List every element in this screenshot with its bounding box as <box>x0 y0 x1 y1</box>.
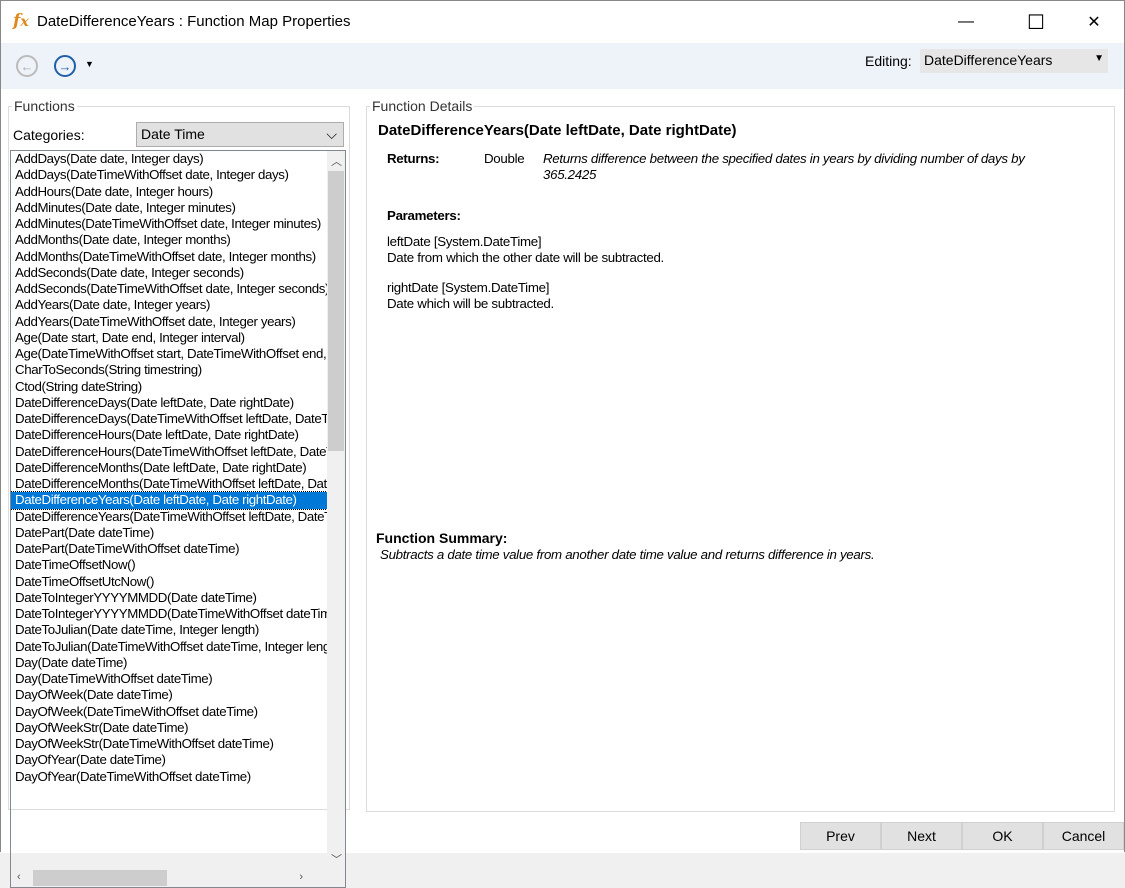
function-list-item[interactable]: DateToIntegerYYYYMMDD(Date dateTime) <box>11 590 327 606</box>
function-details-group: Function Details DateDifferenceYears(Dat… <box>366 98 1115 812</box>
function-list-item[interactable]: DateDifferenceYears(DateTimeWithOffset l… <box>11 509 327 525</box>
parameter-name: rightDate [System.DateTime] <box>387 280 550 295</box>
function-list-item[interactable]: AddMonths(Date date, Integer months) <box>11 232 327 248</box>
prev-button[interactable]: Prev <box>800 822 881 850</box>
horizontal-scrollbar[interactable]: ‹ › <box>11 869 327 887</box>
function-list-item[interactable]: Day(Date dateTime) <box>11 655 327 671</box>
function-list-item[interactable]: DateTimeOffsetNow() <box>11 557 327 573</box>
functions-group-label: Functions <box>12 98 77 114</box>
parameter-left-date: leftDate [System.DateTime] Date from whi… <box>387 234 664 266</box>
function-list-item[interactable]: DateDifferenceYears(Date leftDate, Date … <box>11 491 327 510</box>
chevron-down-icon: ⌵ <box>326 126 337 142</box>
function-list-item[interactable]: DayOfWeekStr(DateTimeWithOffset dateTime… <box>11 736 327 752</box>
function-list-item[interactable]: Day(DateTimeWithOffset dateTime) <box>11 671 327 687</box>
toolbar: ← → ▼ Editing: DateDifferenceYears ▼ <box>1 43 1124 89</box>
returns-description: Returns difference between the specified… <box>543 151 1025 182</box>
categories-select[interactable]: Date Time ⌵ <box>136 122 344 147</box>
minimize-button[interactable]: — <box>943 1 989 43</box>
scroll-down-icon[interactable]: ﹀ <box>331 851 342 867</box>
function-list-item[interactable]: DateToJulian(Date dateTime, Integer leng… <box>11 622 327 638</box>
ok-button[interactable]: OK <box>962 822 1043 850</box>
functions-list[interactable]: AddDays(Date date, Integer days) AddDays(… <box>10 150 346 888</box>
function-list-item[interactable]: DayOfWeekStr(Date dateTime) <box>11 720 327 736</box>
next-button[interactable]: Next <box>881 822 962 850</box>
vertical-scroll-thumb[interactable] <box>328 171 344 451</box>
function-list-item[interactable]: CharToSeconds(String timestring) <box>11 362 327 378</box>
fx-icon: fx <box>13 11 29 31</box>
function-list-item[interactable]: AddSeconds(Date date, Integer seconds) <box>11 265 327 281</box>
function-list-item[interactable]: AddMonths(DateTimeWithOffset date, Integ… <box>11 249 327 265</box>
scroll-up-icon[interactable]: ︿ <box>331 153 342 169</box>
function-list-item[interactable]: DateDifferenceDays(DateTimeWithOffset le… <box>11 411 327 427</box>
function-list-item[interactable]: DateToJulian(DateTimeWithOffset dateTime… <box>11 639 327 655</box>
function-list-item[interactable]: Age(DateTimeWithOffset start, DateTimeWi… <box>11 346 327 362</box>
function-list-item[interactable]: DateToIntegerYYYYMMDD(DateTimeWithOffset… <box>11 606 327 622</box>
function-list-item[interactable]: DateDifferenceHours(DateTimeWithOffset l… <box>11 444 327 460</box>
cancel-button[interactable]: Cancel <box>1043 822 1124 850</box>
returns-type: Double <box>484 151 525 166</box>
parameter-right-date: rightDate [System.DateTime] Date which w… <box>387 280 554 312</box>
function-list-item[interactable]: AddDays(DateTimeWithOffset date, Integer… <box>11 167 327 183</box>
function-list-item[interactable]: AddMinutes(DateTimeWithOffset date, Inte… <box>11 216 327 232</box>
function-list-item[interactable]: AddYears(Date date, Integer years) <box>11 297 327 313</box>
function-list-item[interactable]: DayOfWeek(Date dateTime) <box>11 687 327 703</box>
horizontal-scroll-thumb[interactable] <box>33 870 167 886</box>
parameter-name: leftDate [System.DateTime] <box>387 234 542 249</box>
function-list-item[interactable]: DateDifferenceMonths(Date leftDate, Date… <box>11 460 327 476</box>
forward-arrow-icon[interactable]: → <box>54 55 76 77</box>
parameter-description: Date which will be subtracted. <box>387 296 554 311</box>
function-list-item[interactable]: AddDays(Date date, Integer days) <box>11 151 327 167</box>
function-list-item[interactable]: AddHours(Date date, Integer hours) <box>11 184 327 200</box>
editing-select[interactable]: DateDifferenceYears ▼ <box>920 49 1108 73</box>
returns-label: Returns: <box>387 151 440 166</box>
dialog-window: fx DateDifferenceYears : Function Map Pr… <box>0 0 1125 888</box>
parameter-description: Date from which the other date will be s… <box>387 250 664 265</box>
scroll-left-icon[interactable]: ‹ <box>17 871 21 883</box>
function-list-item[interactable]: DatePart(Date dateTime) <box>11 525 327 541</box>
function-summary: Subtracts a date time value from another… <box>380 547 875 562</box>
editing-value: DateDifferenceYears <box>924 52 1053 68</box>
function-list-item[interactable]: DateDifferenceHours(Date leftDate, Date … <box>11 427 327 443</box>
category-value: Date Time <box>141 126 205 142</box>
forward-dropdown-icon[interactable]: ▼ <box>85 59 94 69</box>
function-list-item[interactable]: DayOfYear(Date dateTime) <box>11 752 327 768</box>
function-list-item[interactable]: AddYears(DateTimeWithOffset date, Intege… <box>11 314 327 330</box>
function-list-item[interactable]: DateDifferenceDays(Date leftDate, Date r… <box>11 395 327 411</box>
function-list-item[interactable]: DatePart(DateTimeWithOffset dateTime) <box>11 541 327 557</box>
function-list-item[interactable]: DateDifferenceMonths(DateTimeWithOffset … <box>11 476 327 492</box>
function-signature: DateDifferenceYears(Date leftDate, Date … <box>378 122 737 139</box>
function-list-item[interactable]: Ctod(String dateString) <box>11 379 327 395</box>
editing-label: Editing: <box>865 53 912 69</box>
maximize-button[interactable]: ☐ <box>1013 1 1059 43</box>
parameters-label: Parameters: <box>387 208 461 223</box>
function-list-item[interactable]: AddSeconds(DateTimeWithOffset date, Inte… <box>11 281 327 297</box>
scroll-right-icon[interactable]: › <box>299 871 303 883</box>
function-list-item[interactable]: Age(Date start, Date end, Integer interv… <box>11 330 327 346</box>
function-list-item[interactable]: DateTimeOffsetUtcNow() <box>11 574 327 590</box>
window-title: DateDifferenceYears : Function Map Prope… <box>37 13 351 30</box>
function-list-item[interactable]: AddMinutes(Date date, Integer minutes) <box>11 200 327 216</box>
close-button[interactable]: ✕ <box>1071 1 1117 43</box>
back-arrow-icon[interactable]: ← <box>16 55 38 77</box>
summary-label: Function Summary: <box>376 530 508 546</box>
function-list-item[interactable]: DayOfYear(DateTimeWithOffset dateTime) <box>11 769 327 785</box>
function-list-item[interactable]: DayOfWeek(DateTimeWithOffset dateTime) <box>11 704 327 720</box>
function-details-label: Function Details <box>370 98 475 114</box>
dropdown-arrow-icon: ▼ <box>1094 53 1104 64</box>
vertical-scrollbar[interactable]: ︿ ﹀ <box>327 151 345 869</box>
title-bar: fx DateDifferenceYears : Function Map Pr… <box>1 1 1124 43</box>
categories-label: Categories: <box>13 127 85 143</box>
